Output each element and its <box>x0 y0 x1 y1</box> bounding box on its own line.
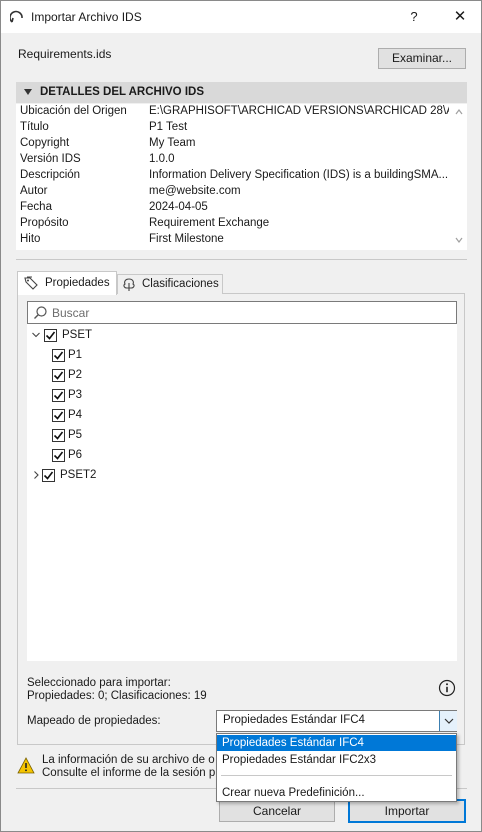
detail-value: Requirement Exchange <box>149 217 270 229</box>
chevron-right-icon[interactable] <box>31 469 41 481</box>
detail-row: Copyright My Team <box>16 136 456 152</box>
scroll-down-icon[interactable] <box>455 236 463 244</box>
detail-value: E:\GRAPHISOFT\ARCHICAD VERSIONS\ARCHICAD… <box>149 105 449 117</box>
mapping-select[interactable]: Propiedades Estándar IFC4 <box>216 710 457 732</box>
detail-row: Descripción Information Delivery Specifi… <box>16 168 456 184</box>
property-tree: PSET P1 P2 P3 P4 P5 P6 PSET2 <box>27 324 457 661</box>
search-icon <box>34 306 47 319</box>
tree-node-p1[interactable]: P1 <box>52 347 112 365</box>
import-button[interactable]: Importar <box>348 799 466 823</box>
import-ids-dialog: Importar Archivo IDS ? ✕ Requirements.id… <box>0 0 482 832</box>
detail-key: Copyright <box>20 137 70 149</box>
tree-node-pset2[interactable]: PSET2 <box>31 467 151 485</box>
checkbox[interactable] <box>52 449 65 462</box>
checkbox[interactable] <box>52 389 65 402</box>
detail-key: Ubicación del Origen <box>20 105 127 117</box>
checkbox[interactable] <box>52 409 65 422</box>
tree-node-p4[interactable]: P4 <box>52 407 112 425</box>
help-button[interactable]: ? <box>401 7 427 27</box>
warning-icon <box>17 757 35 774</box>
browse-button[interactable]: Examinar... <box>378 48 466 69</box>
warning-text: Consulte el informe de la sesión p <box>42 767 216 779</box>
detail-row: Versión IDS 1.0.0 <box>16 152 456 168</box>
details-list: Ubicación del Origen E:\GRAPHISOFT\ARCHI… <box>16 104 467 250</box>
selection-summary-counts: Propiedades: 0; Clasificaciones: 19 <box>27 690 207 702</box>
tree-node-label: P6 <box>68 449 83 461</box>
detail-key: Versión IDS <box>20 153 81 165</box>
mapping-option[interactable]: Propiedades Estándar IFC4 <box>217 735 456 751</box>
mapping-option-new-preset[interactable]: Crear nueva Predefinición... <box>217 785 456 801</box>
detail-value: 1.0.0 <box>149 153 175 165</box>
tree-node-p2[interactable]: P2 <box>52 367 112 385</box>
detail-key: Título <box>20 121 49 133</box>
chevron-down-icon[interactable] <box>31 329 41 341</box>
dropdown-button[interactable] <box>439 711 457 731</box>
divider <box>16 259 467 260</box>
mapping-option[interactable]: Propiedades Estándar IFC2x3 <box>217 752 456 768</box>
tree-node-label: PSET <box>62 329 93 341</box>
tree-node-label: P3 <box>68 389 83 401</box>
file-name: Requirements.ids <box>18 47 112 61</box>
tab-label: Clasificaciones <box>142 278 219 290</box>
selection-summary-title: Seleccionado para importar: <box>27 677 171 689</box>
detail-key: Hito <box>20 233 41 245</box>
detail-value: 2024-04-05 <box>149 201 208 213</box>
checkbox[interactable] <box>52 429 65 442</box>
details-section-title: DETALLES DEL ARCHIVO IDS <box>40 86 204 98</box>
tab-classifications[interactable]: Clasificaciones <box>117 274 223 294</box>
detail-row: Título P1 Test <box>16 120 456 136</box>
collapse-triangle-icon <box>24 89 32 95</box>
tree-node-p5[interactable]: P5 <box>52 427 112 445</box>
tab-label: Propiedades <box>45 277 110 289</box>
scroll-up-icon[interactable] <box>455 108 463 116</box>
tree-node-p6[interactable]: P6 <box>52 447 112 465</box>
detail-value: Information Delivery Specification (IDS)… <box>149 169 449 181</box>
checkbox[interactable] <box>42 469 55 482</box>
details-section-header[interactable]: DETALLES DEL ARCHIVO IDS <box>16 82 467 103</box>
detail-key: Propósito <box>20 217 69 229</box>
archicad-icon <box>10 10 23 23</box>
checkbox[interactable] <box>52 369 65 382</box>
tree-node-label: P1 <box>68 349 83 361</box>
checkbox[interactable] <box>52 349 65 362</box>
tree-node-pset[interactable]: PSET <box>31 327 151 345</box>
tree-node-p3[interactable]: P3 <box>52 387 112 405</box>
window-title: Importar Archivo IDS <box>31 10 142 24</box>
detail-value: First Milestone <box>149 233 224 245</box>
tree-node-label: PSET2 <box>60 469 97 481</box>
warning-text: La información de su archivo de o <box>42 754 215 766</box>
info-icon[interactable] <box>438 679 456 697</box>
detail-value: P1 Test <box>149 121 188 133</box>
detail-row: Hito First Milestone <box>16 232 456 248</box>
title-bar: Importar Archivo IDS ? ✕ <box>1 1 481 33</box>
detail-row: Autor me@website.com <box>16 184 456 200</box>
divider <box>221 775 452 776</box>
tree-node-label: P5 <box>68 429 83 441</box>
search-input[interactable] <box>52 304 442 321</box>
detail-value: me@website.com <box>149 185 241 197</box>
tree-icon <box>123 278 135 291</box>
detail-value: My Team <box>149 137 196 149</box>
cancel-button[interactable]: Cancelar <box>219 800 335 822</box>
tag-icon <box>24 276 38 290</box>
detail-key: Autor <box>20 185 48 197</box>
search-box[interactable] <box>27 301 457 324</box>
tree-node-label: P2 <box>68 369 83 381</box>
tree-node-label: P4 <box>68 409 83 421</box>
detail-row: Ubicación del Origen E:\GRAPHISOFT\ARCHI… <box>16 104 456 120</box>
chevron-down-icon <box>444 718 454 724</box>
tab-properties[interactable]: Propiedades <box>17 271 117 295</box>
mapping-label: Mapeado de propiedades: <box>27 715 161 727</box>
detail-key: Fecha <box>20 201 52 213</box>
checkbox[interactable] <box>44 329 57 342</box>
detail-key: Descripción <box>20 169 81 181</box>
detail-row: Fecha 2024-04-05 <box>16 200 456 216</box>
close-button[interactable]: ✕ <box>447 7 473 27</box>
mapping-selected-value: Propiedades Estándar IFC4 <box>223 714 365 726</box>
detail-row: Propósito Requirement Exchange <box>16 216 456 232</box>
mapping-dropdown-list: Propiedades Estándar IFC4 Propiedades Es… <box>216 733 457 802</box>
